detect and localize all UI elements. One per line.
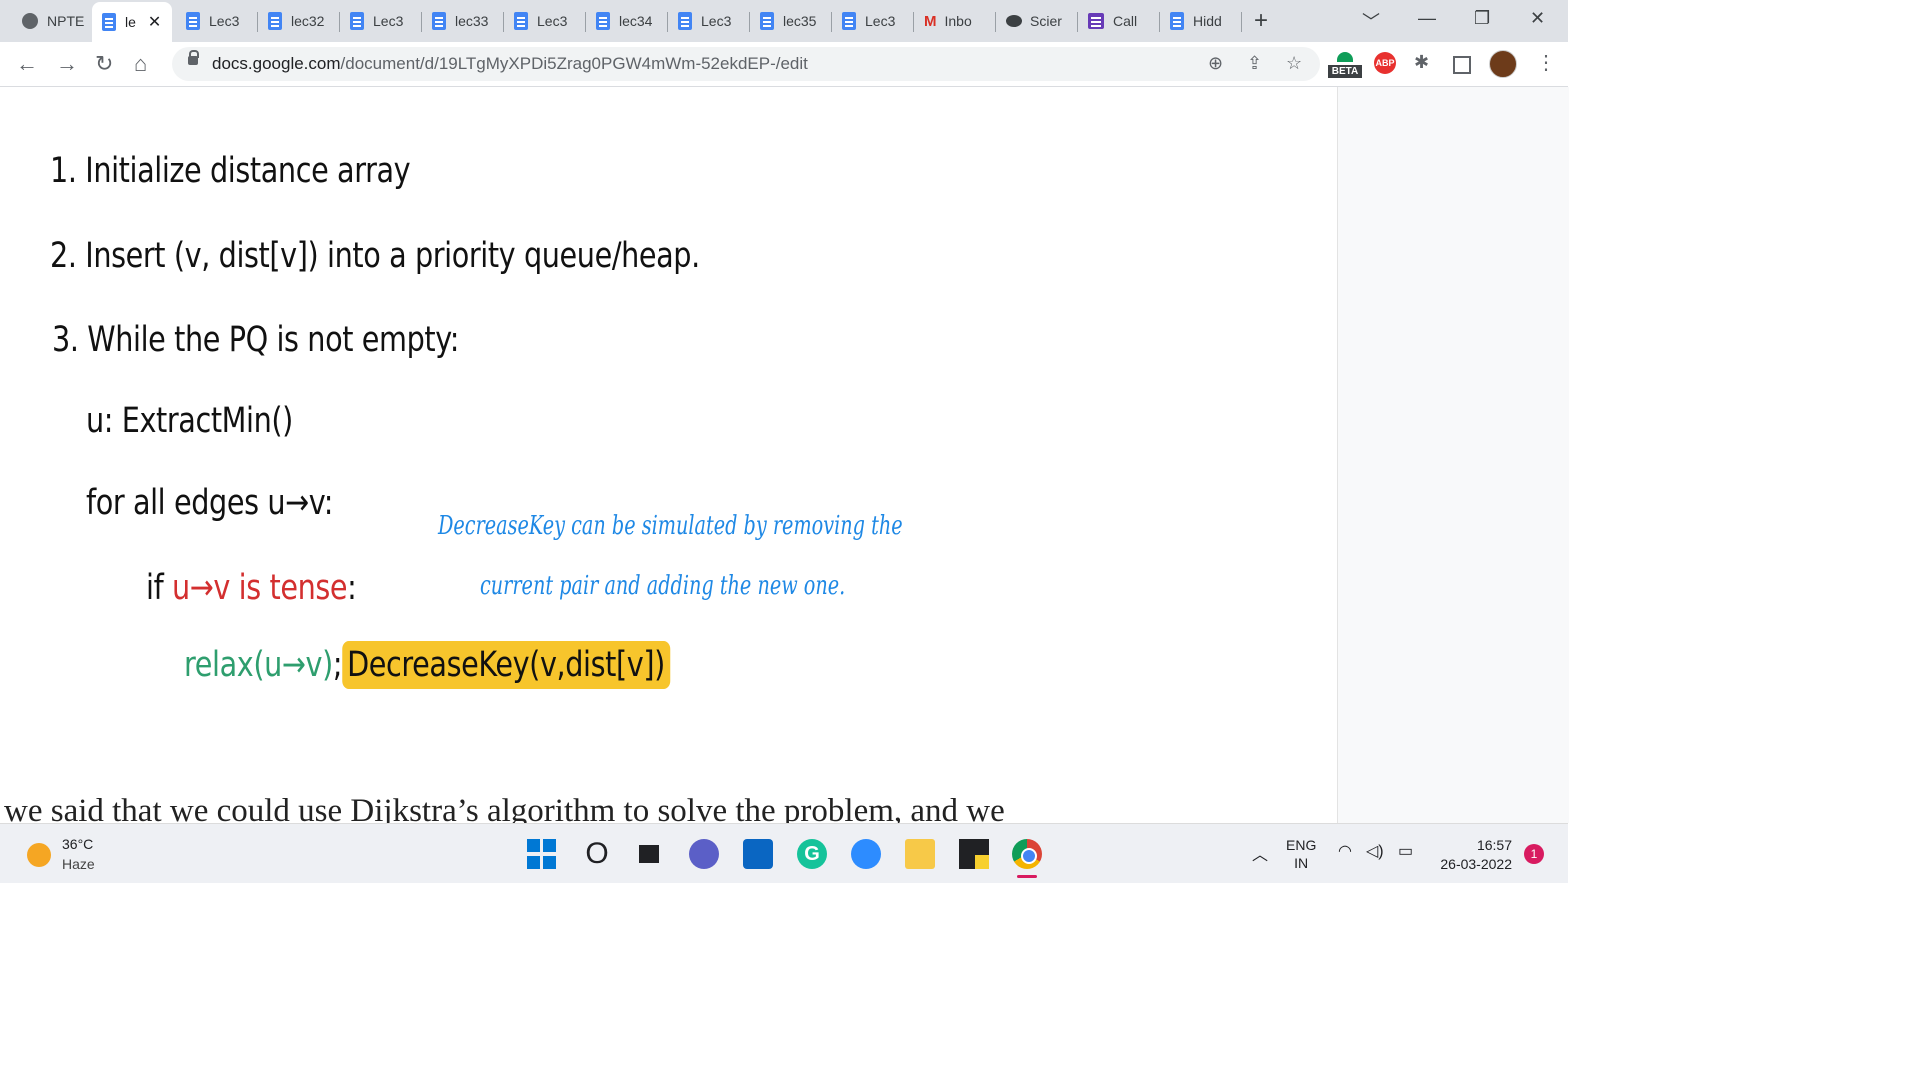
system-clock[interactable]: 16:57 26-03-2022	[1432, 836, 1512, 874]
tab-call[interactable]: Call	[1078, 6, 1156, 36]
tab-lec3-e[interactable]: Lec3	[832, 6, 910, 36]
task-view-icon[interactable]	[635, 839, 665, 869]
file-explorer-icon[interactable]	[905, 839, 935, 869]
chrome-menu-icon[interactable]: ⋮	[1536, 50, 1556, 75]
adblock-plus-icon[interactable]: ABP	[1374, 52, 1396, 74]
minimize-icon[interactable]: —	[1418, 8, 1436, 29]
docs-icon	[1170, 12, 1184, 30]
home-icon[interactable]: ⌂	[134, 51, 147, 77]
extract-min-text: u: ExtractMin()	[86, 401, 293, 441]
docs-icon	[102, 13, 116, 31]
search-icon[interactable]: O	[582, 839, 612, 869]
sticky-notes-icon[interactable]	[959, 839, 989, 869]
tense-condition-text: u→v is tense	[171, 568, 348, 608]
active-app-indicator	[1017, 875, 1037, 878]
zoom-app-icon[interactable]	[851, 839, 881, 869]
restore-icon[interactable]: ❐	[1474, 8, 1490, 29]
reload-icon[interactable]: ↻	[95, 51, 113, 77]
tab-gmail-inbox[interactable]: M Inbo	[914, 6, 992, 36]
tab-lec34[interactable]: lec34	[586, 6, 664, 36]
side-panel-icon[interactable]	[1453, 56, 1471, 74]
document-canvas: 1. Initialize distance array 2. Insert (…	[0, 87, 1337, 823]
grammarly-icon[interactable]: G	[797, 839, 827, 869]
docs-side-margin	[1337, 87, 1569, 823]
tab-lec3-d[interactable]: Lec3	[668, 6, 746, 36]
close-tab-icon[interactable]: ✕	[148, 12, 161, 32]
tab-strip: NPTE le ✕ Lec3 lec32 Lec3 lec33 Lec3 lec…	[0, 0, 1568, 42]
windows-start-icon[interactable]	[527, 839, 557, 869]
decrease-key-highlight: DecreaseKey(v,dist[v])	[342, 641, 670, 689]
tab-lec3-c[interactable]: Lec3	[504, 6, 582, 36]
new-tab-button[interactable]: +	[1254, 7, 1268, 35]
chrome-icon[interactable]	[1012, 839, 1042, 869]
step-3-text: 3. While the PQ is not empty:	[52, 320, 459, 360]
docs-icon	[842, 12, 856, 30]
step-2-text: 2. Insert (v, dist[v]) into a priority q…	[50, 236, 700, 276]
docs-icon	[350, 12, 364, 30]
docs-icon	[268, 12, 282, 30]
microsoft-store-icon[interactable]	[743, 839, 773, 869]
if-tense-line: if u→v is tense:	[146, 568, 357, 608]
gmail-icon: M	[924, 12, 937, 30]
tab-lec32[interactable]: lec32	[258, 6, 336, 36]
teams-chat-icon[interactable]	[689, 839, 719, 869]
docs-icon	[514, 12, 528, 30]
back-arrow-icon[interactable]: ←	[16, 51, 38, 77]
browser-toolbar: ← → ↻ ⌂ docs.google.com/document/d/19LTg…	[0, 42, 1568, 87]
profile-avatar[interactable]	[1489, 50, 1517, 78]
share-icon[interactable]: ⇪	[1247, 53, 1262, 74]
extensions-puzzle-icon[interactable]: ✱	[1414, 52, 1429, 73]
beta-extension-icon[interactable]: BETA	[1328, 52, 1362, 80]
for-edges-text: for all edges u→v:	[86, 483, 334, 523]
docs-icon	[596, 12, 610, 30]
weather-sun-icon[interactable]	[27, 843, 51, 867]
battery-icon[interactable]: ▭	[1398, 841, 1413, 861]
windows-taskbar: 36°C Haze O G ︿ ENG IN ◠ ◁) ▭ 16:57 26-03-…	[0, 823, 1568, 883]
url-text[interactable]: docs.google.com/document/d/19LTgMyXPDi5Z…	[212, 54, 808, 74]
extension-dome-icon	[1337, 52, 1353, 62]
bookmark-star-icon[interactable]: ☆	[1286, 53, 1302, 74]
document-body-text[interactable]: we said that we could use Dijkstra’s alg…	[4, 793, 1005, 823]
relax-text: relax(u→v)	[184, 645, 333, 685]
tab-lec33[interactable]: lec33	[422, 6, 500, 36]
tab-lec3-b[interactable]: Lec3	[340, 6, 418, 36]
lock-icon[interactable]	[188, 50, 199, 65]
weather-condition[interactable]: Haze	[62, 856, 95, 872]
docs-icon	[678, 12, 692, 30]
language-indicator[interactable]: ENG IN	[1286, 836, 1316, 872]
notification-badge[interactable]: 1	[1524, 844, 1544, 864]
weather-temperature[interactable]: 36°C	[62, 836, 93, 852]
tab-npte[interactable]: NPTE	[12, 6, 90, 36]
tab-lec3-a[interactable]: Lec3	[176, 6, 254, 36]
zoom-icon[interactable]: ⊕	[1208, 53, 1223, 74]
globe-icon	[22, 13, 38, 29]
tab-separator	[1241, 12, 1242, 32]
tab-lec35[interactable]: lec35	[750, 6, 828, 36]
tab-hidd[interactable]: Hidd	[1160, 6, 1238, 36]
tab-science[interactable]: Scier	[996, 6, 1074, 36]
forward-arrow-icon[interactable]: →	[56, 51, 78, 77]
handwritten-note-line-2: current pair and adding the new one.	[480, 571, 846, 601]
tab-search-chevron-icon[interactable]: ﹀	[1362, 8, 1380, 34]
address-bar[interactable]: docs.google.com/document/d/19LTgMyXPDi5Z…	[172, 47, 1320, 81]
science-icon	[1006, 15, 1022, 27]
step-1-text: 1. Initialize distance array	[50, 151, 411, 191]
close-window-icon[interactable]: ✕	[1530, 8, 1545, 29]
forms-icon	[1088, 13, 1104, 29]
docs-icon	[432, 12, 446, 30]
speaker-icon[interactable]: ◁)	[1366, 841, 1384, 861]
docs-icon	[760, 12, 774, 30]
tray-chevron-up-icon[interactable]: ︿	[1252, 841, 1268, 865]
wifi-icon[interactable]: ◠	[1338, 841, 1352, 861]
docs-icon	[186, 12, 200, 30]
tab-active-doc[interactable]: le ✕	[92, 2, 172, 42]
handwritten-note-line-1: DecreaseKey can be simulated by removing…	[438, 511, 903, 541]
relax-line: relax(u→v); DecreaseKey(v,dist[v])	[184, 641, 670, 689]
